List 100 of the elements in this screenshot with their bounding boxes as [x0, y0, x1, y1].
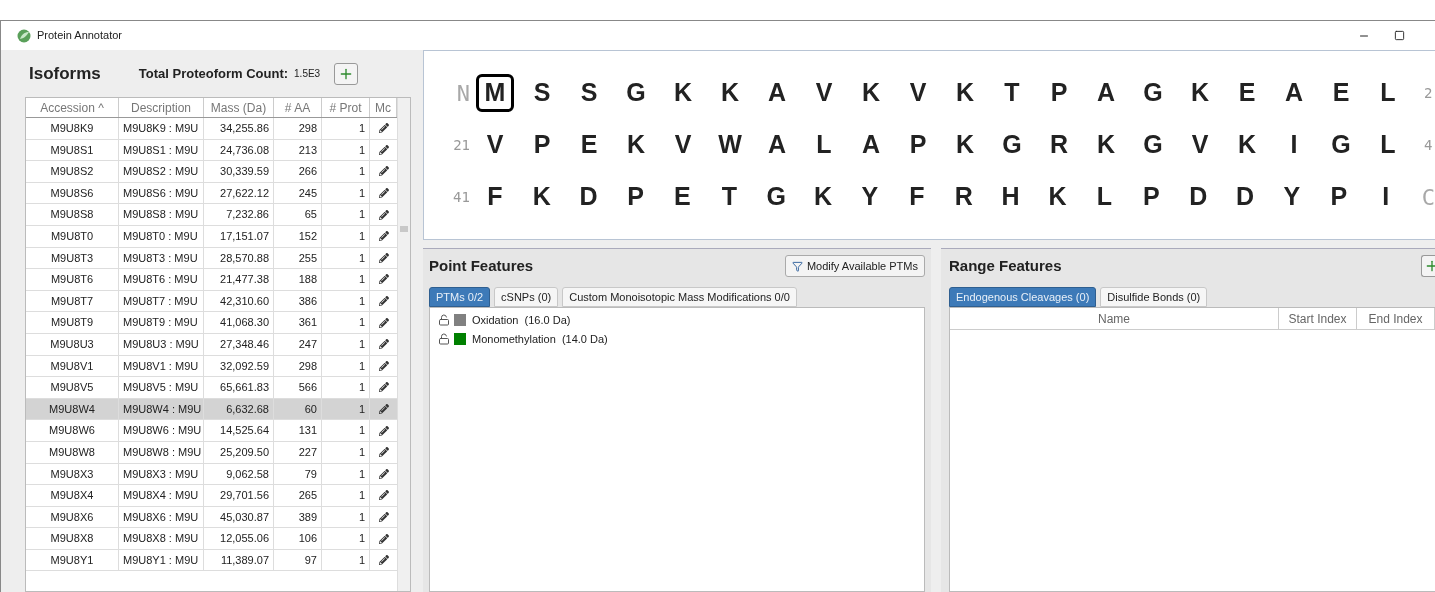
residue[interactable]: D: [1179, 178, 1218, 216]
residue[interactable]: L: [805, 126, 843, 164]
pencil-icon[interactable]: [378, 512, 389, 522]
pencil-icon[interactable]: [378, 425, 389, 436]
residue[interactable]: G: [1134, 126, 1172, 164]
residue[interactable]: V: [899, 74, 937, 112]
residue[interactable]: H: [991, 178, 1030, 216]
column-header[interactable]: Start Index: [1279, 308, 1357, 329]
residue[interactable]: V: [805, 74, 843, 112]
table-row[interactable]: M9U8U3 M9U8U3 : M9U 27,348.46 247 1: [26, 333, 397, 356]
table-row[interactable]: M9U8W8 M9U8W8 : M9U 25,209.50 227 1: [26, 441, 397, 464]
column-header[interactable]: # AA: [274, 98, 322, 117]
table-row[interactable]: M9U8X3 M9U8X3 : M9U 9,062.58 79 1: [26, 463, 397, 486]
residue[interactable]: T: [710, 178, 749, 216]
pencil-icon[interactable]: [378, 252, 389, 263]
residue[interactable]: P: [523, 126, 561, 164]
residue[interactable]: K: [1087, 126, 1125, 164]
residue[interactable]: R: [1040, 126, 1078, 164]
residue[interactable]: V: [476, 126, 514, 164]
table-row[interactable]: M9U8T0 M9U8T0 : M9U 17,151.07 152 1: [26, 225, 397, 248]
residue[interactable]: K: [946, 74, 984, 112]
add-button[interactable]: [334, 62, 359, 85]
residue[interactable]: S: [523, 74, 561, 112]
maximize-icon[interactable]: [1394, 30, 1405, 41]
pencil-icon[interactable]: [378, 123, 389, 134]
residue[interactable]: K: [946, 126, 984, 164]
residue[interactable]: K: [852, 74, 890, 112]
residue[interactable]: E: [1228, 74, 1266, 112]
pencil-icon[interactable]: [378, 209, 389, 220]
residue[interactable]: E: [1322, 74, 1360, 112]
residue[interactable]: P: [1132, 178, 1171, 216]
residue[interactable]: D: [569, 178, 608, 216]
column-header[interactable]: Accession ^: [26, 98, 119, 117]
residue[interactable]: G: [1322, 126, 1360, 164]
pencil-icon[interactable]: [378, 555, 389, 566]
column-header[interactable]: Description: [119, 98, 204, 117]
residue[interactable]: A: [1275, 74, 1313, 112]
modify-ptms-button[interactable]: Modify Available PTMs: [784, 255, 925, 277]
pencil-icon[interactable]: [378, 404, 389, 414]
tab[interactable]: PTMs 0/2: [429, 287, 491, 307]
residue[interactable]: Y: [1273, 178, 1311, 216]
residue[interactable]: P: [1040, 74, 1078, 112]
column-header[interactable]: Mass (Da): [204, 98, 274, 117]
pencil-icon[interactable]: [378, 339, 389, 350]
residue[interactable]: G: [617, 74, 655, 112]
residue[interactable]: V: [664, 126, 702, 164]
add-button[interactable]: [1421, 255, 1435, 277]
residue[interactable]: K: [1038, 178, 1077, 216]
table-row[interactable]: M9U8T9 M9U8T9 : M9U 41,068.30 361 1: [26, 312, 397, 334]
residue[interactable]: E: [570, 126, 608, 164]
pencil-icon[interactable]: [378, 382, 389, 393]
residue[interactable]: K: [804, 178, 842, 216]
pencil-icon[interactable]: [378, 490, 389, 501]
residue[interactable]: L: [1085, 178, 1124, 216]
pencil-icon[interactable]: [378, 144, 389, 155]
residue[interactable]: W: [711, 126, 749, 164]
table-row[interactable]: M9U8T3 M9U8T3 : M9U 28,570.88 255 1: [26, 247, 397, 270]
table-row[interactable]: M9U8T6 M9U8T6 : M9U 21,477.38 188 1: [26, 269, 397, 291]
table-row[interactable]: M9U8S1 M9U8S1 : M9U 24,736.08 213 1: [26, 139, 397, 162]
residue[interactable]: F: [475, 178, 514, 216]
column-header[interactable]: # Prot: [322, 98, 370, 117]
residue[interactable]: A: [1087, 74, 1125, 112]
residue[interactable]: A: [758, 74, 796, 112]
residue[interactable]: V: [1181, 126, 1219, 164]
pencil-icon[interactable]: [378, 166, 389, 177]
table-row[interactable]: M9U8T7 M9U8T7 : M9U 42,310.60 386 1: [26, 290, 397, 313]
pencil-icon[interactable]: [378, 231, 389, 242]
residue[interactable]: G: [1134, 74, 1172, 112]
residue[interactable]: P: [1319, 178, 1358, 216]
table-row[interactable]: M9U8V5 M9U8V5 : M9U 65,661.83 566 1: [26, 377, 397, 399]
residue[interactable]: F: [897, 178, 936, 216]
residue[interactable]: Y: [851, 178, 889, 216]
residue[interactable]: R: [944, 178, 983, 216]
pencil-icon[interactable]: [378, 188, 389, 199]
unlock-icon[interactable]: [438, 333, 450, 345]
tab[interactable]: cSNPs (0): [494, 287, 559, 307]
table-row[interactable]: M9U8S6 M9U8S6 : M9U 27,622.12 245 1: [26, 182, 397, 205]
residue[interactable]: K: [1228, 126, 1266, 164]
residue[interactable]: M: [476, 74, 514, 112]
residue[interactable]: A: [758, 126, 796, 164]
table-row[interactable]: M9U8X4 M9U8X4 : M9U 29,701.56 265 1: [26, 485, 397, 507]
table-row[interactable]: M9U8W4 M9U8W4 : M9U 6,632.68 60 1: [26, 398, 397, 421]
column-header[interactable]: End Index: [1357, 308, 1435, 329]
pencil-icon[interactable]: [378, 274, 389, 285]
pencil-icon[interactable]: [378, 468, 389, 479]
ptm-name[interactable]: Oxidation (16.0 Da): [472, 311, 571, 329]
residue[interactable]: G: [993, 126, 1031, 164]
residue[interactable]: K: [711, 74, 749, 112]
table-row[interactable]: M9U8S8 M9U8S8 : M9U 7,232.86 65 1: [26, 204, 397, 226]
unlock-icon[interactable]: [438, 314, 450, 326]
residue[interactable]: K: [664, 74, 702, 112]
tab[interactable]: Disulfide Bonds (0): [1100, 287, 1208, 307]
residue[interactable]: K: [522, 178, 561, 216]
table-row[interactable]: M9U8Y1 M9U8Y1 : M9U 11,389.07 97 1: [26, 549, 397, 572]
pencil-icon[interactable]: [378, 317, 389, 328]
residue[interactable]: P: [899, 126, 937, 164]
residue[interactable]: P: [616, 178, 655, 216]
residue[interactable]: I: [1366, 178, 1405, 216]
pencil-icon[interactable]: [378, 296, 389, 307]
ptm-name[interactable]: Monomethylation (14.0 Da): [472, 330, 608, 348]
